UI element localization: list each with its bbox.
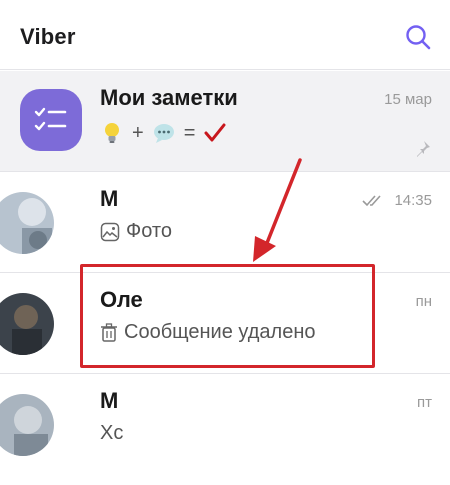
pin-icon [417, 141, 430, 157]
highlight-box [80, 264, 375, 368]
chat-row[interactable]: М пт Хс [0, 374, 450, 485]
chat-preview-text: Хс [100, 422, 124, 444]
notes-preview: + = [100, 121, 227, 145]
checklist-icon [34, 107, 67, 131]
chat-name: М [100, 388, 119, 413]
speech-bubble-emoji-icon [153, 124, 174, 143]
double-check-icon [362, 195, 381, 207]
chat-row[interactable]: М 14:35 Фото [0, 172, 450, 272]
avatar [0, 192, 54, 254]
app-header: Viber [0, 0, 450, 70]
chat-time: пн [415, 293, 432, 310]
checkmark-emoji-icon [204, 123, 226, 142]
chat-name: М [100, 186, 119, 211]
chat-row-my-notes[interactable]: Мои заметки 15 мар + = [0, 71, 450, 171]
lightbulb-emoji-icon [105, 123, 119, 143]
avatar [0, 394, 54, 456]
avatar [0, 293, 54, 355]
plus-sign: + [132, 121, 144, 144]
chat-time: 15 мар [384, 91, 432, 108]
chat-time: пт [417, 394, 432, 411]
photo-icon [100, 222, 120, 241]
equals-sign: = [183, 121, 196, 144]
app-title: Viber [20, 24, 76, 49]
chat-time: 14:35 [394, 192, 432, 209]
notes-avatar [20, 89, 82, 151]
chat-preview-text: Фото [126, 220, 172, 242]
chat-preview: Хс [100, 422, 123, 445]
chat-name: Мои заметки [100, 85, 238, 110]
search-icon[interactable] [403, 22, 433, 52]
chat-preview: Фото [100, 220, 172, 243]
